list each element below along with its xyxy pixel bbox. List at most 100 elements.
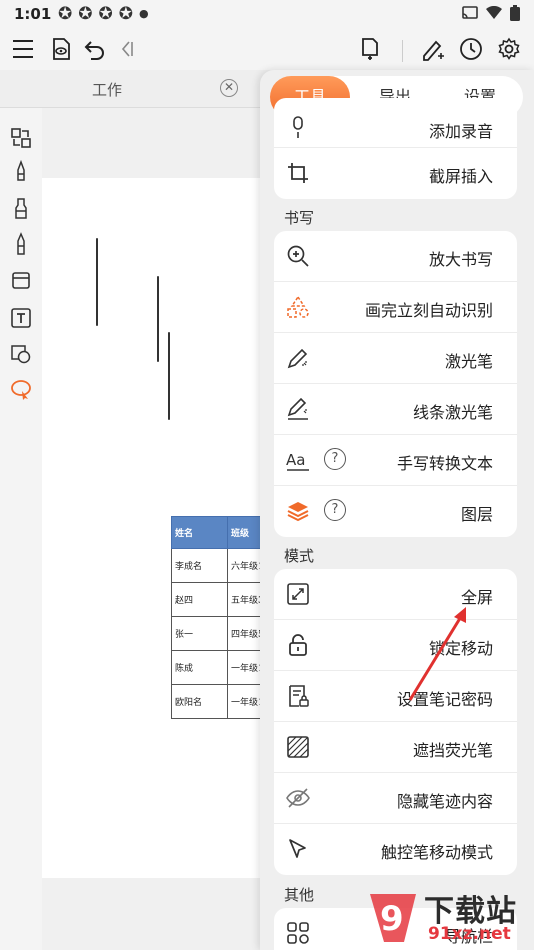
table-header: 姓名 (171, 516, 228, 549)
menu-item-label: 线条激光笔 (412, 403, 493, 422)
battery-icon (510, 5, 520, 21)
menu-item-stylus-move-mode[interactable]: 触控笔移动模式 (274, 824, 517, 875)
status-bar: 1:01 ✪ ✪ ✪ ✪ ● (0, 0, 534, 30)
help-icon[interactable]: ? (324, 499, 346, 521)
menu-item-layers[interactable]: ? 图层 (274, 486, 517, 537)
ink-stroke (96, 238, 98, 326)
select-tool-icon[interactable] (9, 126, 33, 150)
table-row: 欧阳名 一年级1 (171, 684, 265, 719)
watermark: 9 下载站 91xz.net (362, 884, 534, 950)
inserted-table: 姓名 班级 李成名 六年级1 赵四 五年级3 张一 四年级5 陈成 一年级1 欧阳名 一年… (171, 516, 265, 719)
table-cell: 四年级5 (227, 616, 265, 651)
app-notification-icon: ✪ (78, 4, 93, 24)
table-cell: 一年级1 (227, 684, 265, 719)
menu-item-mask-highlighter[interactable]: 遮挡荧光笔 (274, 722, 517, 773)
status-time: 1:01 (14, 5, 52, 23)
more-dot-icon: ● (139, 7, 149, 20)
menu-item-lock-move[interactable]: 锁定移动 (274, 620, 517, 671)
menu-item-auto-recognize[interactable]: 画完立刻自动识别 (274, 282, 517, 333)
microphone-icon (293, 116, 303, 138)
menu-item-label: 激光笔 (444, 352, 493, 371)
menu-item-note-password[interactable]: 设置笔记密码 (274, 671, 517, 722)
pencil-tool-icon[interactable] (9, 196, 33, 220)
app-screen: { "status": {"time": "1:01"}, "tab": {"n… (0, 0, 534, 950)
menu-item-label: 放大书写 (428, 250, 493, 269)
settings-gear-icon[interactable] (494, 34, 524, 64)
watermark-site: 91xz.net (428, 924, 511, 944)
menu-item-line-laser[interactable]: 线条激光笔 (274, 384, 517, 435)
tab-work[interactable]: 工作 (92, 79, 122, 100)
menu-item-add-recording[interactable]: 添加录音 (274, 98, 517, 148)
wifi-icon (486, 6, 502, 19)
svg-text:9: 9 (380, 899, 404, 939)
writing-group: 放大书写 画完立刻自动识别 激光笔 线条激光笔 Aa ? 手写转换文本 ? 图层 (274, 231, 517, 537)
note-lock-icon (289, 685, 309, 707)
capture-group: 添加录音 截屏插入 (274, 98, 517, 199)
eraser-tool-icon[interactable] (9, 268, 33, 292)
top-toolbar (0, 30, 534, 70)
watermark-logo-icon: 9 (370, 894, 416, 942)
cast-icon (462, 6, 478, 19)
lasso-tool-icon[interactable] (9, 378, 33, 402)
text-tool-icon[interactable] (9, 306, 33, 330)
notification-icons: ✪ ✪ ✪ ✪ ● (58, 4, 149, 24)
section-title-other: 其他 (284, 886, 315, 904)
ink-stroke (157, 276, 159, 362)
eye-off-icon (286, 788, 310, 808)
add-page-icon[interactable] (354, 34, 384, 64)
menu-item-label: 画完立刻自动识别 (364, 301, 493, 320)
menu-item-label: 锁定移动 (428, 639, 493, 658)
layers-icon (287, 502, 309, 522)
page-margin (42, 108, 272, 178)
undo-icon[interactable] (80, 34, 110, 64)
menu-item-laser-pointer[interactable]: 激光笔 (274, 333, 517, 384)
page-margin-bottom (42, 878, 272, 950)
menu-item-hide-ink[interactable]: 隐藏笔迹内容 (274, 773, 517, 824)
laser-pen-icon (287, 348, 308, 369)
shape-tool-icon[interactable] (9, 342, 33, 366)
table-row: 李成名 六年级1 (171, 548, 265, 583)
menu-item-label: 隐藏笔迹内容 (396, 792, 493, 811)
system-icons (462, 5, 520, 21)
menu-item-handwriting-to-text[interactable]: Aa ? 手写转换文本 (274, 435, 517, 486)
menu-item-label: 手写转换文本 (396, 454, 493, 473)
menu-item-zoom-writing[interactable]: 放大书写 (274, 231, 517, 282)
menu-item-label: 遮挡荧光笔 (412, 741, 493, 760)
table-cell: 一年级1 (227, 650, 265, 685)
menu-item-label: 设置笔记密码 (396, 690, 493, 709)
table-cell: 李成名 (171, 548, 228, 583)
text-aa-icon: Aa (286, 451, 309, 471)
table-header: 班级 (227, 516, 265, 549)
menu-item-screenshot-insert[interactable]: 截屏插入 (274, 148, 517, 199)
mode-group: 全屏 锁定移动 设置笔记密码 遮挡荧光笔 隐藏笔迹内容 触控笔移动模式 (274, 569, 517, 875)
pen-settings-icon[interactable] (418, 34, 448, 64)
zoom-in-icon (287, 245, 309, 267)
shape-recognize-icon (287, 295, 309, 318)
table-cell: 五年级3 (227, 582, 265, 617)
crop-icon (288, 163, 308, 183)
menu-icon[interactable] (8, 34, 38, 64)
hatch-icon (287, 736, 309, 758)
app-notification-icon: ✪ (58, 4, 73, 24)
section-title-writing: 书写 (284, 209, 315, 227)
cursor-arrow-icon (289, 839, 306, 858)
toolbar-divider (402, 40, 403, 62)
svg-text:Aa: Aa (286, 451, 305, 469)
preview-icon[interactable] (46, 34, 76, 64)
menu-item-label: 图层 (460, 505, 493, 524)
history-clock-icon[interactable] (456, 34, 486, 64)
table-row: 陈成 一年级1 (171, 650, 265, 685)
help-icon[interactable]: ? (324, 448, 346, 470)
pen-tool-icon[interactable] (9, 160, 33, 184)
ink-stroke (168, 332, 170, 420)
tab-close-icon[interactable]: ✕ (220, 79, 238, 97)
tools-panel: 工具 导出 设置 添加录音 截屏插入 书写 放大书写 画完立刻自动识别 激光笔 (260, 70, 534, 950)
table-cell: 赵四 (171, 582, 228, 617)
marker-tool-icon[interactable] (9, 232, 33, 256)
redo-disabled-icon[interactable] (112, 34, 142, 64)
table-row: 赵四 五年级3 (171, 582, 265, 617)
menu-item-label: 截屏插入 (428, 167, 493, 186)
grid-apps-icon (287, 922, 309, 944)
line-laser-icon (287, 397, 308, 420)
menu-item-fullscreen[interactable]: 全屏 (274, 569, 517, 620)
